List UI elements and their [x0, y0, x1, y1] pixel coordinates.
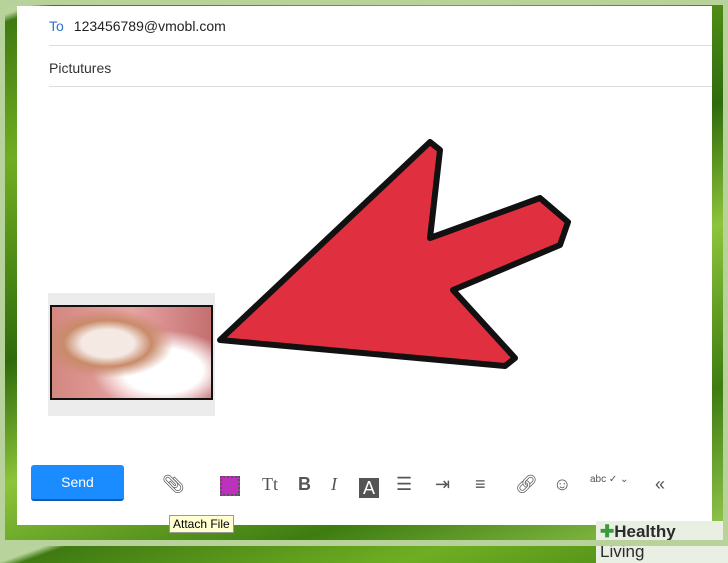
red-arrow: [217, 139, 571, 369]
